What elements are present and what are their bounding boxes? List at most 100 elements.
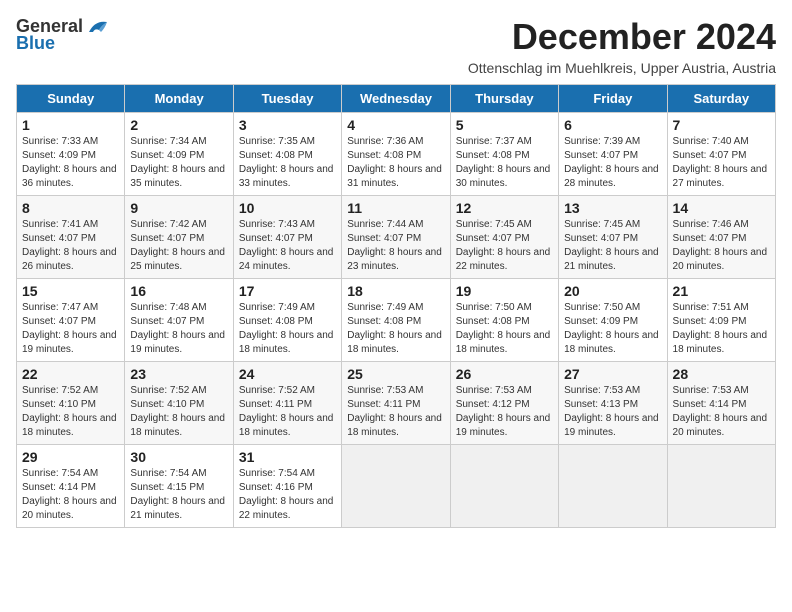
calendar-table: SundayMondayTuesdayWednesdayThursdayFrid… [16, 84, 776, 528]
calendar-cell: 25Sunrise: 7:53 AMSunset: 4:11 PMDayligh… [342, 362, 450, 445]
day-header-monday: Monday [125, 85, 233, 113]
day-info: Sunrise: 7:50 AMSunset: 4:08 PMDaylight:… [456, 301, 553, 357]
day-info: Sunrise: 7:49 AMSunset: 4:08 PMDaylight:… [239, 301, 336, 357]
calendar-header-row: SundayMondayTuesdayWednesdayThursdayFrid… [17, 85, 776, 113]
calendar-cell: 8Sunrise: 7:41 AMSunset: 4:07 PMDaylight… [17, 196, 125, 279]
calendar-cell: 30 Sunrise: 7:54 AMSunset: 4:15 PMDayligh… [125, 445, 233, 528]
day-number: 24 [239, 366, 336, 382]
day-info: Sunrise: 7:54 AMSunset: 4:15 PMDaylight:… [130, 467, 227, 523]
calendar-cell [342, 445, 450, 528]
day-number: 3 [239, 117, 336, 133]
day-number: 12 [456, 200, 553, 216]
subtitle: Ottenschlag im Muehlkreis, Upper Austria… [468, 60, 776, 76]
day-number: 15 [22, 283, 119, 299]
calendar-body: 1 Sunrise: 7:33 AMSunset: 4:09 PMDaylight… [17, 113, 776, 528]
day-info: Sunrise: 7:52 AMSunset: 4:10 PMDaylight:… [22, 384, 119, 440]
day-number: 29 [22, 449, 119, 465]
day-number: 14 [673, 200, 770, 216]
day-number: 16 [130, 283, 227, 299]
day-number: 11 [347, 200, 444, 216]
calendar-cell [559, 445, 667, 528]
day-info: Sunrise: 7:42 AMSunset: 4:07 PMDaylight:… [130, 218, 227, 274]
day-info: Sunrise: 7:39 AMSunset: 4:07 PMDaylight:… [564, 135, 661, 191]
day-number: 6 [564, 117, 661, 133]
day-number: 19 [456, 283, 553, 299]
calendar-cell: 29 Sunrise: 7:54 AMSunset: 4:14 PMDayligh… [17, 445, 125, 528]
calendar-cell: 18 Sunrise: 7:49 AMSunset: 4:08 PMDayligh… [342, 279, 450, 362]
day-info: Sunrise: 7:36 AMSunset: 4:08 PMDaylight:… [347, 135, 444, 191]
calendar-cell: 23Sunrise: 7:52 AMSunset: 4:10 PMDayligh… [125, 362, 233, 445]
day-number: 18 [347, 283, 444, 299]
calendar-cell: 5 Sunrise: 7:37 AMSunset: 4:08 PMDaylight… [450, 113, 558, 196]
day-header-thursday: Thursday [450, 85, 558, 113]
day-number: 30 [130, 449, 227, 465]
day-number: 13 [564, 200, 661, 216]
day-info: Sunrise: 7:47 AMSunset: 4:07 PMDaylight:… [22, 301, 119, 357]
calendar-cell: 2 Sunrise: 7:34 AMSunset: 4:09 PMDaylight… [125, 113, 233, 196]
month-title: December 2024 [468, 16, 776, 58]
day-number: 26 [456, 366, 553, 382]
day-info: Sunrise: 7:34 AMSunset: 4:09 PMDaylight:… [130, 135, 227, 191]
day-info: Sunrise: 7:40 AMSunset: 4:07 PMDaylight:… [673, 135, 770, 191]
day-info: Sunrise: 7:44 AMSunset: 4:07 PMDaylight:… [347, 218, 444, 274]
calendar-cell: 22Sunrise: 7:52 AMSunset: 4:10 PMDayligh… [17, 362, 125, 445]
day-header-friday: Friday [559, 85, 667, 113]
day-header-sunday: Sunday [17, 85, 125, 113]
day-info: Sunrise: 7:52 AMSunset: 4:11 PMDaylight:… [239, 384, 336, 440]
calendar-cell: 6 Sunrise: 7:39 AMSunset: 4:07 PMDaylight… [559, 113, 667, 196]
day-info: Sunrise: 7:54 AMSunset: 4:16 PMDaylight:… [239, 467, 336, 523]
calendar-week-row: 29 Sunrise: 7:54 AMSunset: 4:14 PMDayligh… [17, 445, 776, 528]
day-number: 5 [456, 117, 553, 133]
calendar-cell: 9 Sunrise: 7:42 AMSunset: 4:07 PMDaylight… [125, 196, 233, 279]
day-number: 17 [239, 283, 336, 299]
day-number: 4 [347, 117, 444, 133]
day-info: Sunrise: 7:33 AMSunset: 4:09 PMDaylight:… [22, 135, 119, 191]
calendar-cell: 26 Sunrise: 7:53 AMSunset: 4:12 PMDayligh… [450, 362, 558, 445]
logo-blue: Blue [16, 33, 55, 54]
calendar-cell: 14 Sunrise: 7:46 AMSunset: 4:07 PMDayligh… [667, 196, 775, 279]
calendar-cell: 21 Sunrise: 7:51 AMSunset: 4:09 PMDayligh… [667, 279, 775, 362]
day-number: 7 [673, 117, 770, 133]
calendar-cell: 10Sunrise: 7:43 AMSunset: 4:07 PMDayligh… [233, 196, 341, 279]
day-number: 9 [130, 200, 227, 216]
calendar-week-row: 1 Sunrise: 7:33 AMSunset: 4:09 PMDaylight… [17, 113, 776, 196]
calendar-cell [450, 445, 558, 528]
day-number: 28 [673, 366, 770, 382]
day-header-wednesday: Wednesday [342, 85, 450, 113]
calendar-cell: 31 Sunrise: 7:54 AMSunset: 4:16 PMDayligh… [233, 445, 341, 528]
calendar-week-row: 15 Sunrise: 7:47 AMSunset: 4:07 PMDayligh… [17, 279, 776, 362]
day-number: 31 [239, 449, 336, 465]
day-info: Sunrise: 7:46 AMSunset: 4:07 PMDaylight:… [673, 218, 770, 274]
day-number: 21 [673, 283, 770, 299]
day-info: Sunrise: 7:51 AMSunset: 4:09 PMDaylight:… [673, 301, 770, 357]
day-info: Sunrise: 7:53 AMSunset: 4:11 PMDaylight:… [347, 384, 444, 440]
logo: General Blue [16, 16, 109, 54]
day-number: 23 [130, 366, 227, 382]
calendar-cell: 4 Sunrise: 7:36 AMSunset: 4:08 PMDaylight… [342, 113, 450, 196]
day-info: Sunrise: 7:53 AMSunset: 4:14 PMDaylight:… [673, 384, 770, 440]
day-info: Sunrise: 7:48 AMSunset: 4:07 PMDaylight:… [130, 301, 227, 357]
calendar-cell: 7 Sunrise: 7:40 AMSunset: 4:07 PMDaylight… [667, 113, 775, 196]
calendar-cell: 12 Sunrise: 7:45 AMSunset: 4:07 PMDayligh… [450, 196, 558, 279]
calendar-cell: 17 Sunrise: 7:49 AMSunset: 4:08 PMDayligh… [233, 279, 341, 362]
day-number: 27 [564, 366, 661, 382]
day-number: 8 [22, 200, 119, 216]
day-info: Sunrise: 7:35 AMSunset: 4:08 PMDaylight:… [239, 135, 336, 191]
day-number: 10 [239, 200, 336, 216]
calendar-cell: 24 Sunrise: 7:52 AMSunset: 4:11 PMDayligh… [233, 362, 341, 445]
day-info: Sunrise: 7:53 AMSunset: 4:12 PMDaylight:… [456, 384, 553, 440]
logo-bird-icon [87, 18, 109, 36]
calendar-week-row: 8Sunrise: 7:41 AMSunset: 4:07 PMDaylight… [17, 196, 776, 279]
page-header: General Blue December 2024 Ottenschlag i… [16, 16, 776, 76]
calendar-week-row: 22Sunrise: 7:52 AMSunset: 4:10 PMDayligh… [17, 362, 776, 445]
day-number: 2 [130, 117, 227, 133]
day-info: Sunrise: 7:54 AMSunset: 4:14 PMDaylight:… [22, 467, 119, 523]
day-info: Sunrise: 7:37 AMSunset: 4:08 PMDaylight:… [456, 135, 553, 191]
calendar-cell: 16 Sunrise: 7:48 AMSunset: 4:07 PMDayligh… [125, 279, 233, 362]
calendar-cell: 3 Sunrise: 7:35 AMSunset: 4:08 PMDaylight… [233, 113, 341, 196]
calendar-cell: 20Sunrise: 7:50 AMSunset: 4:09 PMDayligh… [559, 279, 667, 362]
day-number: 1 [22, 117, 119, 133]
day-info: Sunrise: 7:45 AMSunset: 4:07 PMDaylight:… [456, 218, 553, 274]
calendar-cell [667, 445, 775, 528]
day-info: Sunrise: 7:49 AMSunset: 4:08 PMDaylight:… [347, 301, 444, 357]
